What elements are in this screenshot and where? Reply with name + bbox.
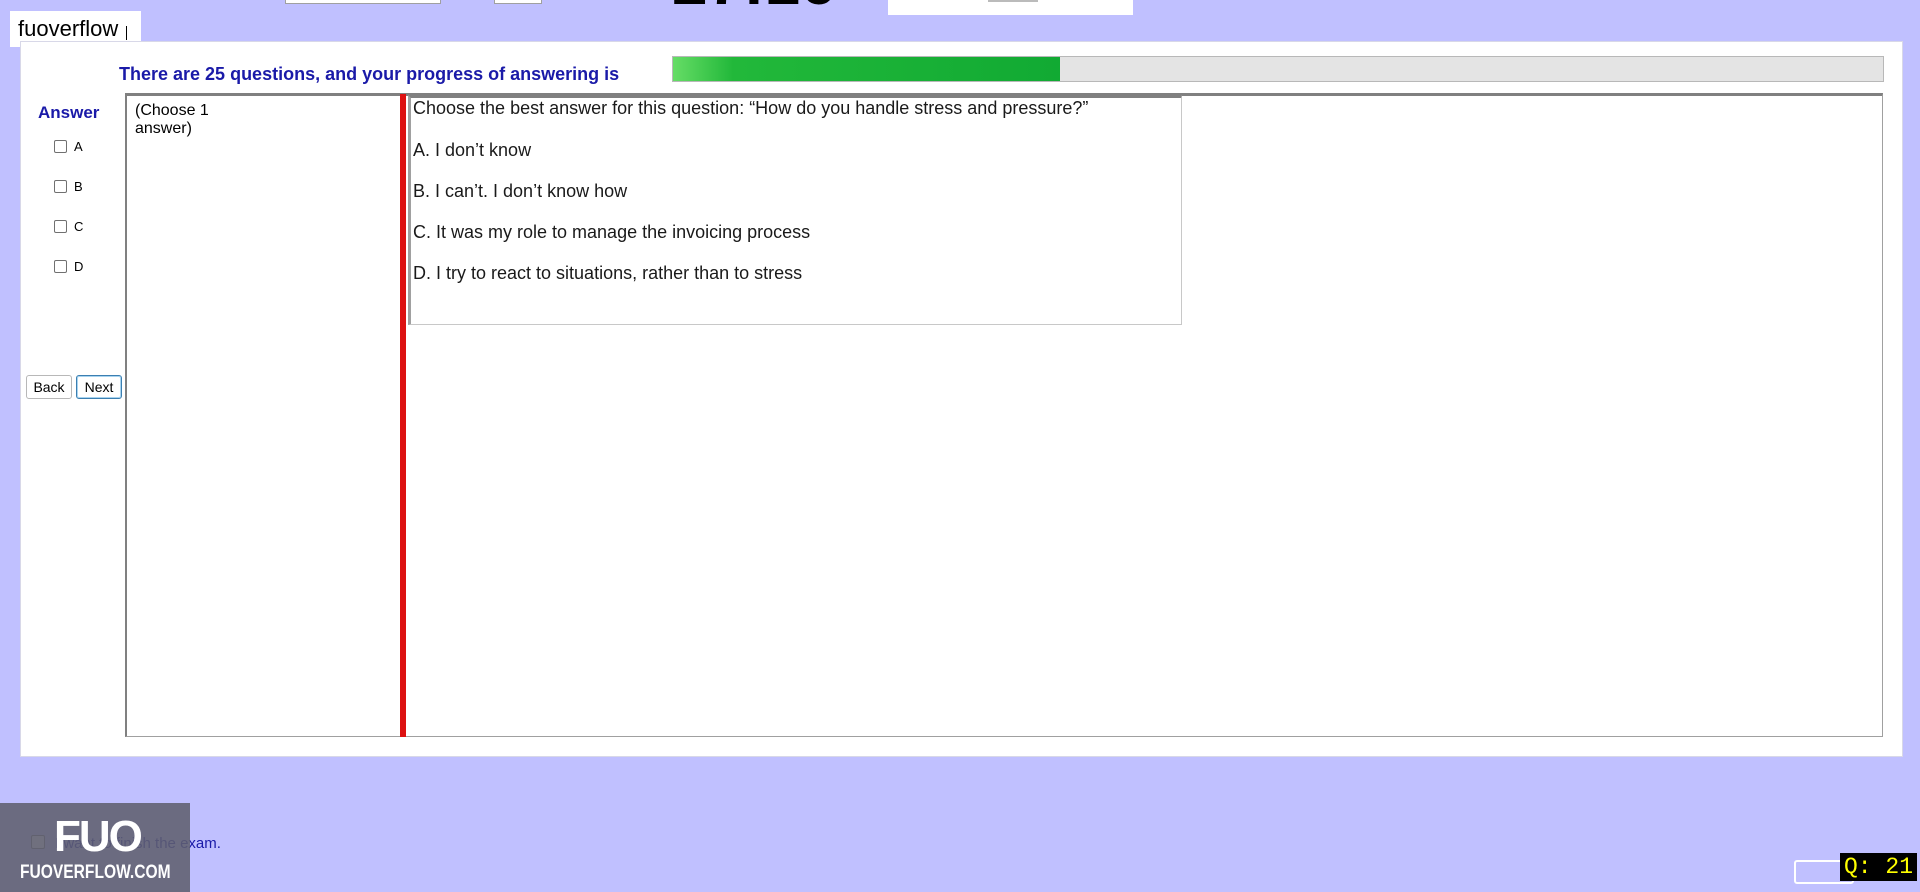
answer-option-label: D	[74, 259, 84, 274]
brand-label-text: fuoverflow	[18, 16, 119, 41]
question-choice-d: D. I try to react to situations, rather …	[413, 263, 803, 283]
question-number-badge: Q: 21	[1840, 853, 1918, 881]
pane-splitter[interactable]	[400, 94, 406, 737]
top-input-left[interactable]	[285, 0, 441, 4]
checkbox-d[interactable]	[54, 260, 67, 273]
question-choice-a: A. I don’t know	[413, 140, 532, 160]
question-choice-b: B. I can’t. I don’t know how	[413, 181, 628, 201]
question-box	[408, 95, 1182, 325]
answer-option-b[interactable]: B	[54, 179, 83, 194]
question-prompt: Choose the best answer for this question…	[413, 98, 1089, 118]
watermark-logo: FUO	[54, 812, 143, 861]
checkbox-b[interactable]	[54, 180, 67, 193]
progress-bar-fill	[673, 57, 1061, 81]
answer-heading: Answer	[38, 103, 100, 122]
choose-instruction: (Choose 1 answer)	[135, 102, 209, 137]
answer-option-label: A	[74, 139, 83, 154]
answer-option-label: B	[74, 179, 83, 194]
watermark-url: FUOVERFLOW.COM	[20, 862, 171, 883]
answer-option-d[interactable]: D	[54, 259, 83, 274]
progress-caption: There are 25 questions, and your progres…	[119, 64, 620, 84]
answer-option-c[interactable]: C	[54, 219, 83, 234]
answer-option-a[interactable]: A	[54, 139, 83, 154]
next-button[interactable]: Next	[76, 375, 122, 399]
top-image-box	[888, 0, 1133, 15]
text-caret	[126, 26, 128, 40]
checkbox-c[interactable]	[54, 220, 67, 233]
answer-option-label: C	[74, 219, 84, 234]
back-button[interactable]: Back	[26, 375, 72, 399]
timer-display: 27:16	[672, 0, 836, 14]
top-input-right[interactable]	[494, 0, 542, 4]
progress-bar	[672, 56, 1884, 82]
checkbox-a[interactable]	[54, 140, 67, 153]
question-choice-c: C. It was my role to manage the invoicin…	[413, 222, 811, 242]
